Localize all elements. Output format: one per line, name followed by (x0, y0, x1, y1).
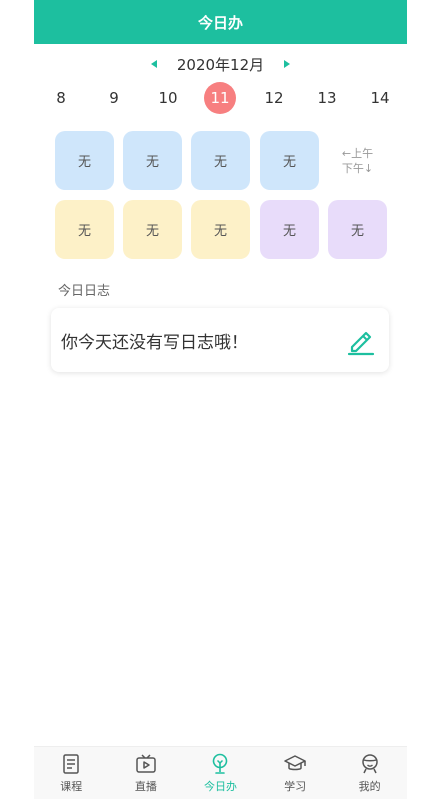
tab-study[interactable]: 学习 (258, 747, 333, 799)
tab-course[interactable]: 课程 (34, 747, 109, 799)
today-icon (213, 753, 228, 774)
afternoon-slot-4[interactable]: 无 (260, 200, 319, 259)
morning-slot-2[interactable]: 无 (123, 131, 182, 190)
tab-live[interactable]: 直播 (109, 747, 184, 799)
day-10[interactable]: 10 (152, 82, 184, 114)
schedule-grid: 无 无 无 无 ←上午 下午↓ 无 无 无 无 无 (55, 131, 395, 259)
next-month-arrow-icon[interactable] (284, 60, 291, 68)
morning-slot-4[interactable]: 无 (260, 131, 319, 190)
study-icon (284, 755, 306, 771)
afternoon-slot-2[interactable]: 无 (123, 200, 182, 259)
month-navigator: 2020年12月 (34, 50, 407, 78)
day-12[interactable]: 12 (258, 82, 290, 114)
time-legend: ←上午 下午↓ (328, 131, 387, 190)
tab-live-label: 直播 (134, 780, 157, 793)
log-empty-text: 你今天还没有写日志哦！ (61, 332, 248, 353)
day-13[interactable]: 13 (311, 82, 343, 114)
log-card[interactable]: 你今天还没有写日志哦！ (51, 308, 389, 372)
day-11-selected[interactable]: 11 (204, 82, 236, 114)
legend-afternoon: 下午↓ (341, 161, 374, 175)
page-title: 今日办 (197, 13, 243, 32)
course-icon (63, 754, 80, 774)
tab-study-label: 学习 (284, 780, 307, 793)
page-header: 今日办 (34, 0, 407, 44)
log-section-title: 今日日志 (58, 284, 111, 299)
tab-today-label: 今日办 (203, 780, 237, 793)
afternoon-slot-3[interactable]: 无 (191, 200, 250, 259)
prev-month-arrow-icon[interactable] (150, 60, 157, 68)
tab-course-label: 课程 (60, 780, 83, 793)
week-day-strip: 8 9 10 11 12 13 14 (34, 82, 407, 116)
day-9[interactable]: 9 (98, 82, 130, 114)
day-8[interactable]: 8 (45, 82, 77, 114)
day-14[interactable]: 14 (364, 82, 396, 114)
afternoon-slot-1[interactable]: 无 (55, 200, 114, 259)
month-label: 2020年12月 (176, 55, 265, 74)
profile-icon (361, 754, 378, 774)
morning-slot-3[interactable]: 无 (191, 131, 250, 190)
morning-slot-1[interactable]: 无 (55, 131, 114, 190)
app-screen: 今日办 2020年12月 8 9 10 11 12 13 14 无 无 无 无 … (34, 0, 407, 799)
tab-profile[interactable]: 我的 (332, 747, 407, 799)
tab-today[interactable]: 今日办 (183, 747, 258, 799)
legend-morning: ←上午 (341, 146, 374, 160)
edit-pencil-icon[interactable] (345, 324, 377, 356)
bottom-tab-bar: 课程 直播 今日办 学习 我的 (34, 746, 407, 799)
live-icon (136, 754, 156, 773)
afternoon-slot-5[interactable]: 无 (328, 200, 387, 259)
tab-profile-label: 我的 (358, 780, 381, 793)
